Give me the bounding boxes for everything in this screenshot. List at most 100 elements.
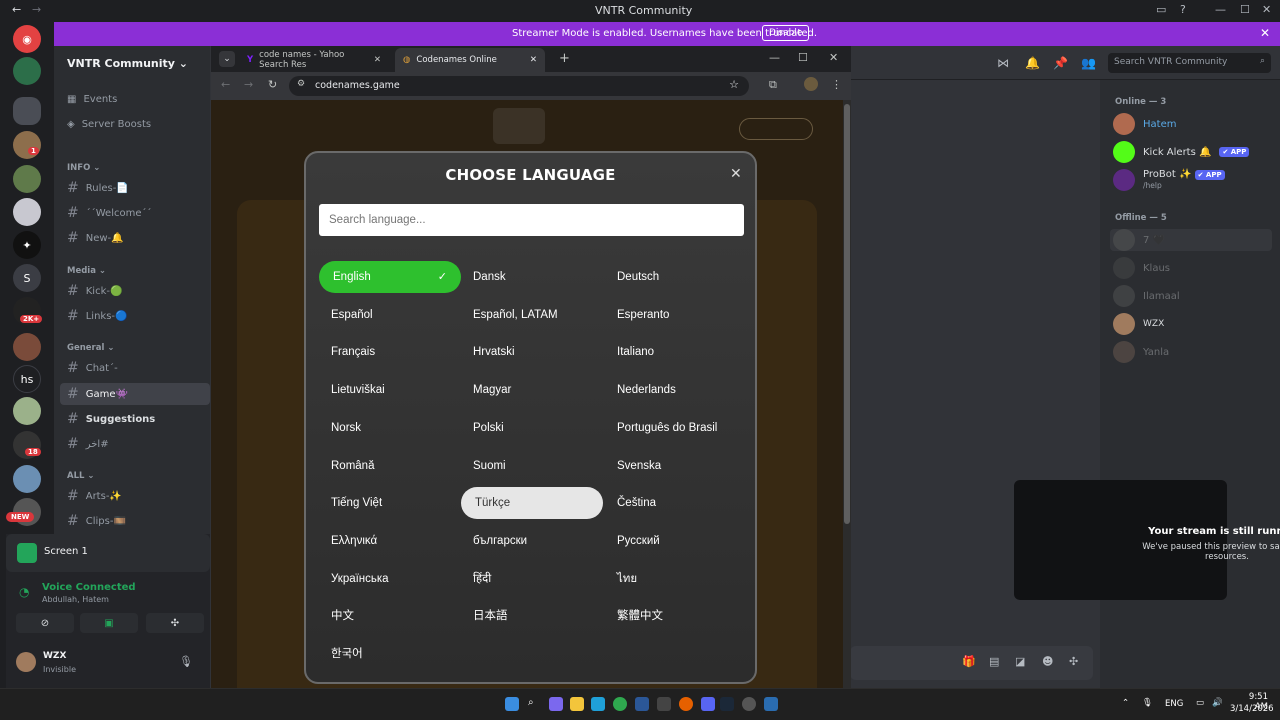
language-option[interactable]: 繁體中文 <box>605 600 747 632</box>
language-option[interactable]: Русский <box>605 525 747 557</box>
discord-icon[interactable] <box>701 697 715 711</box>
server-boosts-item[interactable]: ◈ Server Boosts <box>67 119 207 130</box>
scrollbar[interactable] <box>843 100 851 688</box>
camera-off-button[interactable]: ⊘ <box>16 613 74 633</box>
channel-item-active[interactable]: # Game👾 <box>60 383 210 405</box>
threads-icon[interactable]: ⋈ <box>997 56 1009 70</box>
channel-item[interactable]: # Kick-🟢 <box>67 283 207 299</box>
apps-icon[interactable]: ✣ <box>1069 655 1078 668</box>
language-option[interactable]: Hrvatski <box>461 336 603 368</box>
language-option[interactable]: Italiano <box>605 336 747 368</box>
member-item[interactable]: Klaus <box>1113 257 1170 279</box>
close-tab-icon[interactable]: ✕ <box>530 55 537 65</box>
category-media[interactable]: Media ⌄ <box>67 266 106 276</box>
menu-icon[interactable]: ⋮ <box>831 78 842 91</box>
language-option[interactable]: Polski <box>461 412 603 444</box>
language-option-selected[interactable]: English ✓ <box>319 261 461 293</box>
language-option[interactable]: 日本語 <box>461 600 603 632</box>
language-option[interactable]: 한국어 <box>319 638 461 670</box>
language-option[interactable]: Esperanto <box>605 299 747 331</box>
language-option[interactable]: Svenska <box>605 450 747 482</box>
member-item[interactable]: Yanla <box>1113 341 1169 363</box>
app-icon[interactable] <box>635 697 649 711</box>
site-info-icon[interactable]: ⚙ <box>297 79 305 89</box>
forward-icon[interactable]: → <box>244 78 253 91</box>
member-item[interactable]: Kick Alerts 🔔 ✔ APP <box>1113 141 1250 163</box>
language-indicator[interactable]: ENG <box>1165 699 1183 709</box>
screen-share-card[interactable]: Screen 1 <box>6 534 210 572</box>
edge-icon[interactable] <box>591 697 605 711</box>
server-icon[interactable] <box>13 165 41 193</box>
activities-button[interactable]: ✣ <box>146 613 204 633</box>
close-window-icon[interactable]: ✕ <box>829 51 838 64</box>
language-option[interactable]: Magyar <box>461 374 603 406</box>
channel-item[interactable]: # Rules-📄 <box>67 180 207 196</box>
close-tab-icon[interactable]: ✕ <box>374 55 381 65</box>
extensions-icon[interactable]: ⧉ <box>769 78 777 92</box>
microphone-icon[interactable]: 🎙 <box>179 655 193 668</box>
channel-item[interactable]: # New-🔔 <box>67 230 207 246</box>
back-icon[interactable]: ← <box>221 78 230 91</box>
tab-search-icon[interactable]: ⌄ <box>219 51 235 67</box>
forward-arrow-icon[interactable]: → <box>32 3 41 16</box>
discord-home-icon[interactable]: ◉ <box>13 25 41 53</box>
language-option[interactable]: Português do Brasil <box>605 412 747 444</box>
server-icon[interactable]: ✦ <box>13 231 41 259</box>
search-input[interactable]: Search VNTR Community ⌕ <box>1108 53 1271 73</box>
language-option[interactable]: Deutsch <box>605 261 747 293</box>
server-name[interactable]: VNTR Community ⌄ <box>67 57 188 70</box>
language-option[interactable]: Español <box>319 299 461 331</box>
server-icon[interactable] <box>13 397 41 425</box>
category-all[interactable]: ALL ⌄ <box>67 471 95 481</box>
close-dialog-icon[interactable]: ✕ <box>730 166 742 182</box>
search-icon[interactable]: ⌕ <box>528 697 542 711</box>
firefox-icon[interactable] <box>679 697 693 711</box>
channel-item[interactable]: # Links-🔵 <box>67 308 207 324</box>
member-item[interactable]: 7 🖤 <box>1110 229 1272 251</box>
server-icon[interactable]: hs <box>13 365 41 393</box>
reload-icon[interactable]: ↻ <box>268 78 277 91</box>
bookmark-star-icon[interactable]: ☆ <box>729 78 739 91</box>
language-option[interactable]: Norsk <box>319 412 461 444</box>
message-input[interactable]: 🎁 ▤ ◪ ☻ ✣ <box>850 646 1093 680</box>
events-item[interactable]: ▦ Events <box>67 94 207 105</box>
language-option[interactable]: Ελληνικά <box>319 525 461 557</box>
close-window-icon[interactable]: ✕ <box>1262 3 1271 16</box>
member-item[interactable]: WZX <box>1113 313 1164 335</box>
language-option[interactable]: हिंदी <box>461 563 603 595</box>
steam-icon[interactable] <box>720 697 734 711</box>
gift-icon[interactable]: 🎁 <box>962 655 976 668</box>
gif-icon[interactable]: ▤ <box>989 655 999 668</box>
language-option[interactable]: Română <box>319 450 461 482</box>
voice-status[interactable]: Voice Connected <box>42 582 136 593</box>
channel-item[interactable]: # Arts-✨ <box>67 488 207 504</box>
disable-button[interactable]: Disable <box>762 25 810 41</box>
tab-codenames[interactable]: ◍ Codenames Online ✕ <box>395 48 545 72</box>
server-icon[interactable] <box>13 57 41 85</box>
language-option-hovered[interactable]: Türkçe <box>461 487 603 519</box>
pin-icon[interactable]: 📌 <box>1053 56 1068 70</box>
scrollbar-thumb[interactable] <box>844 104 850 524</box>
language-option[interactable]: 中文 <box>319 600 461 632</box>
app-icon[interactable] <box>549 697 563 711</box>
channel-item[interactable]: # ˊˊWelcomeˊˊ <box>67 205 207 221</box>
sticker-icon[interactable]: ◪ <box>1015 655 1025 668</box>
emoji-icon[interactable]: ☻ <box>1042 655 1053 668</box>
explorer-icon[interactable] <box>570 697 584 711</box>
stream-preview[interactable]: Your stream is still running! We've paus… <box>1014 480 1280 600</box>
minimize-icon[interactable]: — <box>769 51 780 64</box>
server-icon[interactable]: S <box>13 264 41 292</box>
share-screen-button[interactable]: ▣ <box>80 613 138 633</box>
category-info[interactable]: INFO ⌄ <box>67 163 100 173</box>
close-icon[interactable]: ✕ <box>1260 26 1270 40</box>
microphone-icon[interactable]: 🎙 <box>1142 698 1153 708</box>
app-icon[interactable] <box>742 697 756 711</box>
channel-item[interactable]: # اخر# <box>67 436 207 452</box>
member-item[interactable]: ProBot ✨ ✔ APP/help <box>1113 169 1225 191</box>
channel-item[interactable]: # Chatˊ- <box>67 360 207 376</box>
volume-icon[interactable]: 🔊 <box>1212 698 1223 708</box>
language-option[interactable]: български <box>461 525 603 557</box>
server-icon[interactable] <box>13 333 41 361</box>
language-option[interactable]: ไทย <box>605 563 747 595</box>
bell-icon[interactable]: 🔔 <box>1025 56 1040 70</box>
